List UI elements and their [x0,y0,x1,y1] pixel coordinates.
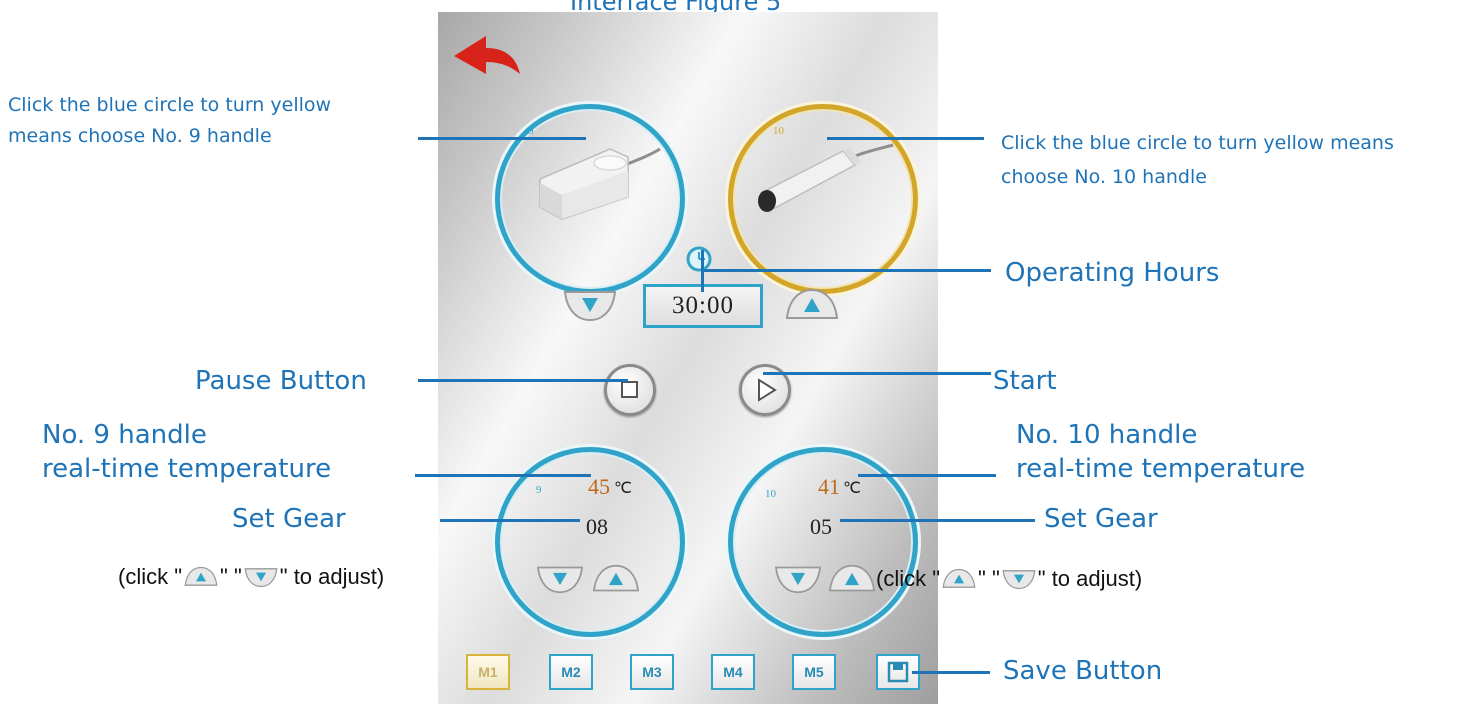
annotation-adjust-left: (click " " " " to adjust) [118,564,384,590]
handle-9-gear-value: 08 [586,514,608,539]
leader-line-save [912,671,990,674]
adjust-right-prefix: (click " [876,566,941,591]
annotation-handle-10: Click the blue circle to turn yellow mea… [1001,132,1394,188]
adjust-left-mid: " " [220,564,242,589]
gear-10-number: 10 [765,488,776,500]
gear-9-up-button[interactable] [592,564,640,594]
annotation-temp-10-line2: real-time temperature [1016,454,1306,484]
leader-line-handle-10 [827,137,984,140]
leader-line-handle-9 [418,137,586,140]
handle-10-temperature: 41 [818,474,840,499]
down-arrow-icon [1002,570,1036,590]
annotation-save: Save Button [1003,656,1163,686]
handle-10-device-icon [758,143,894,212]
annotation-start: Start [993,366,1057,396]
handle-10-select-circle[interactable]: 10 [728,104,918,294]
annotation-set-gear-right: Set Gear [1044,504,1158,534]
leader-line-gear-right [840,519,1035,522]
handle-9-device-icon [539,147,661,220]
annotation-temp-10-line1: No. 10 handle [1016,420,1198,450]
gear-9-down-button[interactable] [536,564,584,594]
gear-9-number: 9 [536,484,542,496]
annotation-set-gear-left: Set Gear [232,504,346,534]
pause-button[interactable] [604,364,656,416]
save-disk-icon [887,661,909,683]
adjust-left-suffix: " to adjust) [279,564,385,589]
handle-9-select-circle[interactable]: 9 [495,104,685,294]
annotation-temp-9-line1: No. 9 handle [42,420,207,450]
handle-9-temp-unit: ℃ [614,480,632,497]
device-panel: 9 10 30:00 9 45 ℃ 08 10 41 ℃ 05 M1 M2 M3… [438,12,938,704]
adjust-right-suffix: " to adjust) [1037,566,1143,591]
back-arrow-icon[interactable] [448,32,526,78]
mode-button-m4[interactable]: M4 [711,654,755,690]
leader-line-gear-left [440,519,580,522]
mode-button-m3[interactable]: M3 [630,654,674,690]
handle-9-temperature: 45 [588,474,610,499]
gear-10-up-button[interactable] [828,564,876,594]
leader-line-hours [701,269,991,272]
mode-button-m1[interactable]: M1 [466,654,510,690]
up-arrow-icon [942,568,976,588]
annotation-temp-9-line2: real-time temperature [42,454,332,484]
down-arrow-icon [244,568,278,588]
handle-10-temp-unit: ℃ [843,480,861,497]
timer-down-button[interactable] [563,288,617,322]
leader-line-start [763,372,991,375]
annotation-pause: Pause Button [195,366,367,396]
leader-line-pause [418,379,628,382]
handle-10-gear-value: 05 [810,514,832,539]
mode-button-m2[interactable]: M2 [549,654,593,690]
gear-10-down-button[interactable] [774,564,822,594]
stop-icon [621,381,638,398]
annotation-operating-hours: Operating Hours [1005,258,1220,288]
mode-button-m5[interactable]: M5 [792,654,836,690]
annotation-adjust-right: (click " " " " to adjust) [876,566,1142,592]
leader-line-temp-9 [415,474,591,477]
leader-line-temp-10 [858,474,996,477]
adjust-left-prefix: (click " [118,564,183,589]
adjust-right-mid: " " [978,566,1000,591]
annotation-handle-9: Click the blue circle to turn yellow mea… [8,94,332,147]
timer-up-button[interactable] [785,288,839,322]
up-arrow-icon [184,566,218,586]
